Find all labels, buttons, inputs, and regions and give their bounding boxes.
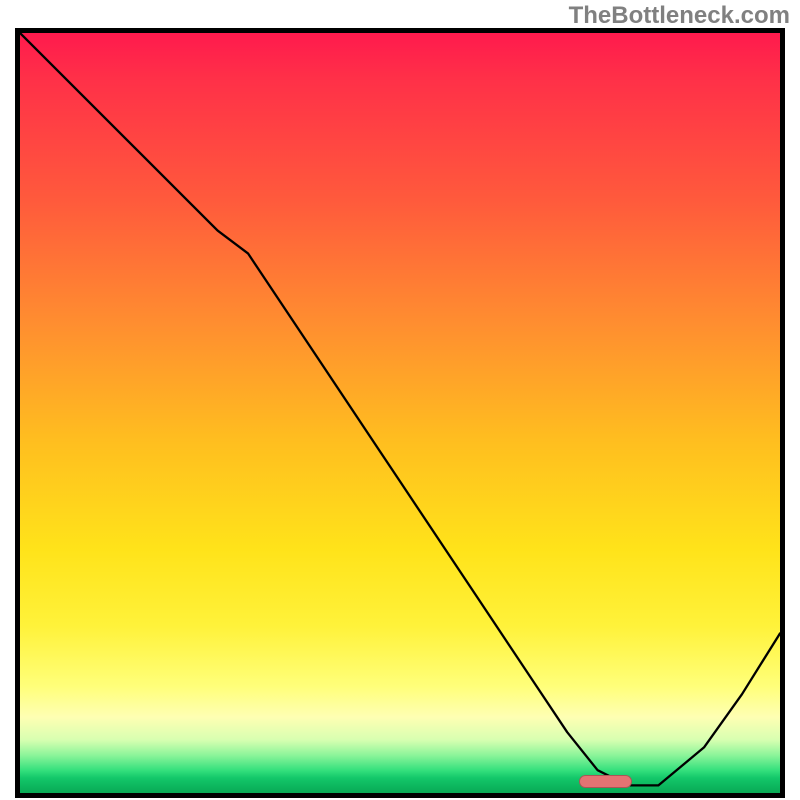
bottleneck-marker [579, 775, 632, 789]
watermark-text: TheBottleneck.com [569, 2, 790, 30]
curve-path [20, 33, 780, 785]
plot-border [15, 28, 785, 798]
curve-svg [20, 33, 780, 793]
chart-frame: TheBottleneck.com [0, 0, 800, 800]
plot-area [20, 33, 780, 793]
